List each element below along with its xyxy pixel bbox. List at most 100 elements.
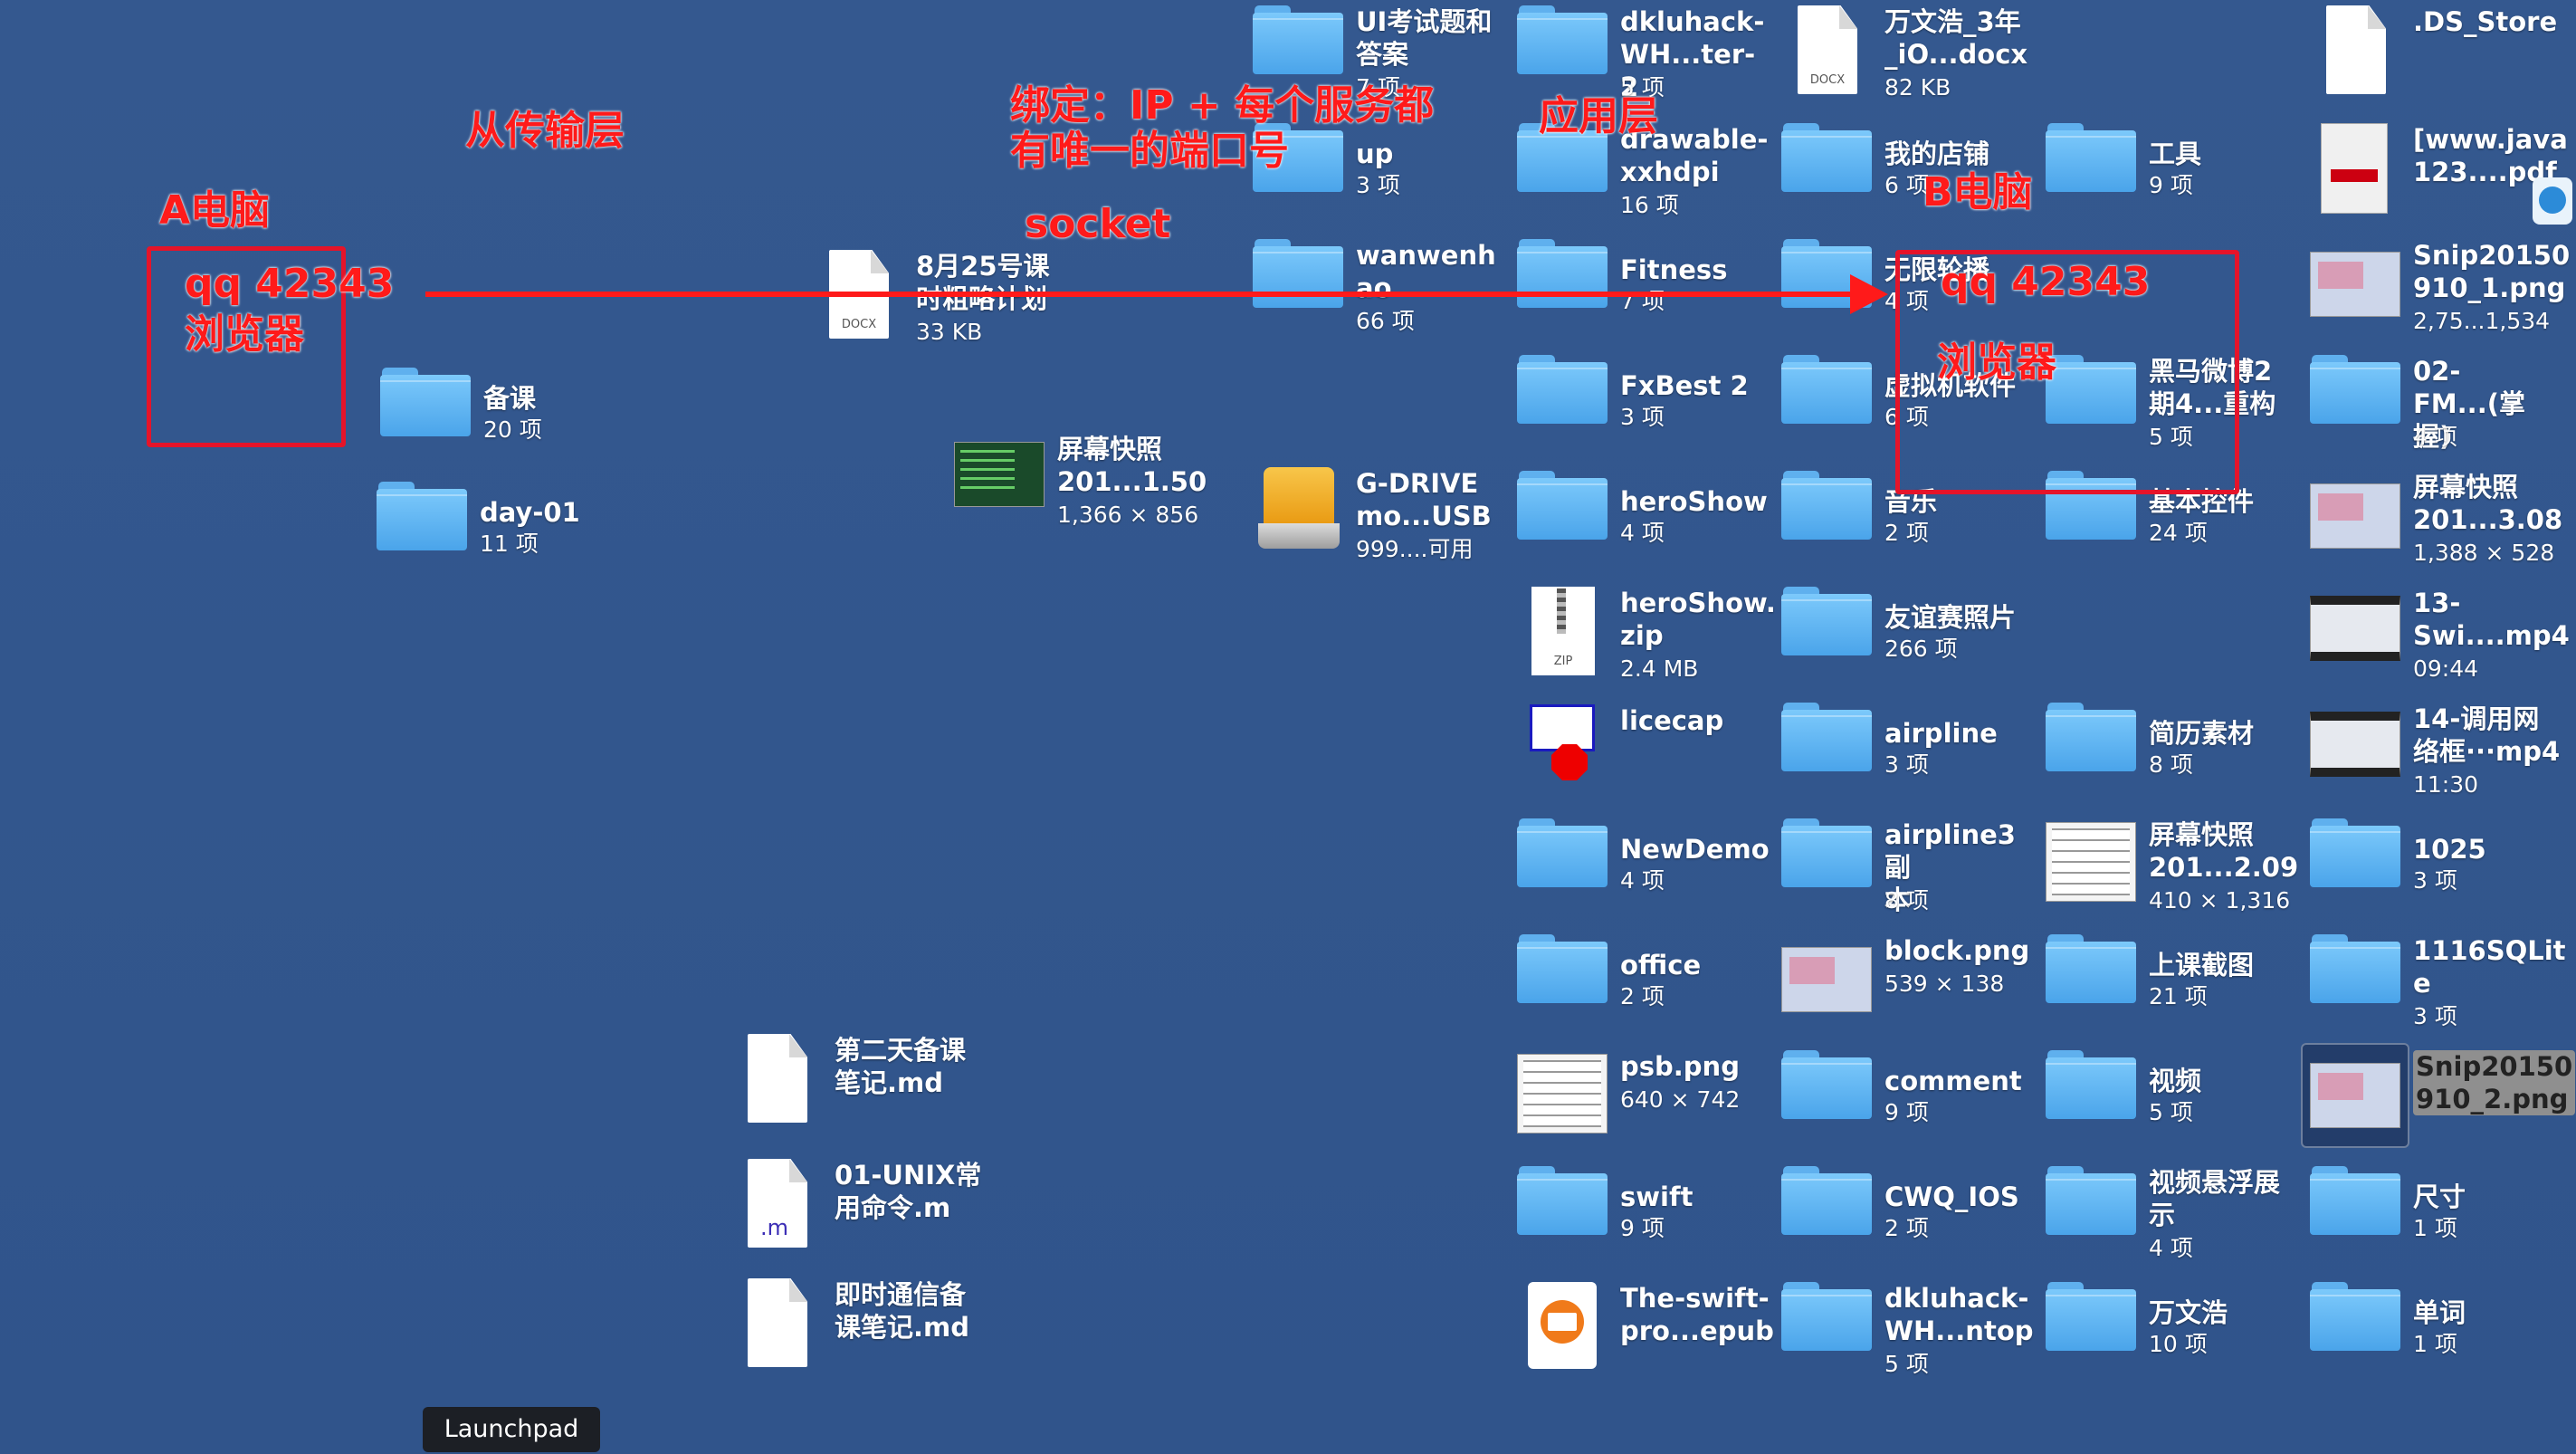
desktop-item-info: 9 项 [1884,1099,1929,1125]
desktop-item[interactable]: DOCX 万文浩_3年 _iO...docx 82 KB [1781,5,2035,114]
terminal-screenshot-icon [954,442,1045,507]
image-thumbnail-icon [1517,1054,1608,1134]
desktop-item-info: 5 项 [1884,1351,1929,1377]
desktop-item-name: .DS_Store [2413,6,2558,37]
desktop-item[interactable]: 单词 1 项 [2310,1282,2563,1391]
desktop-item-info: 539 × 138 [1884,971,2005,997]
screenshot-thumbnail-icon [1781,947,1872,1012]
desktop-item[interactable]: 14-调用网 络框···mp4 11:30 [2310,703,2563,811]
desktop-item[interactable]: G-DRIVE mo...USB 999....可用 [1253,467,1506,576]
desktop-item[interactable]: 尺寸 1 项 [2310,1166,2563,1275]
desktop-item[interactable]: 02- FM...(掌握) 4 项 [2310,355,2563,464]
desktop-item-name: NewDemo [1620,834,1770,865]
desktop-item-info: 10 项 [2149,1331,2208,1357]
desktop-item[interactable]: ZIP heroShow. zip 2.4 MB [1517,587,1776,695]
folder-icon [2046,1166,2136,1239]
desktop-item[interactable]: [www.java 123....pdf [2310,123,2568,232]
desktop-item-info: 9 项 [1620,1215,1665,1241]
teamviewer-icon[interactable] [2533,177,2572,225]
desktop-item[interactable]: heroShow 4 项 [1517,471,1770,579]
folder-icon [1781,818,1872,891]
folder-icon [1781,1282,1872,1354]
desktop-item[interactable]: 备课 20 项 [380,368,634,476]
launchpad-tooltip[interactable]: Launchpad [423,1407,600,1452]
desktop-item[interactable]: 工具 9 项 [2046,123,2299,232]
folder-icon [1517,471,1608,543]
desktop-item-info: 66 项 [1356,308,1415,334]
desktop-item[interactable]: 视频悬浮展 示 4 项 [2046,1166,2299,1275]
folder-icon [377,482,467,554]
desktop-item-info: 16 项 [1620,192,1679,218]
desktop-item-name: 万文浩_3年 _iO...docx [1884,6,2028,70]
desktop-item[interactable]: Snip20150 910_1.png 2,75...1,534 [2310,239,2570,348]
desktop-item[interactable]: DOCX 8月25号课 时粗略计划 33 KB [813,250,1066,359]
licecap-app-icon [1530,704,1597,786]
desktop-item[interactable]: licecap [1517,704,1770,813]
desktop-item[interactable]: 1116SQLit e 3 项 [2310,934,2566,1043]
folder-icon [1781,1050,1872,1123]
desktop-item-name: block.png [1884,935,2030,966]
desktop-item-name: 尺寸 [2413,1181,2466,1212]
desktop-item[interactable]: .m 01-UNIX常 用命令.m [731,1159,985,1267]
desktop-item[interactable]: 万文浩 10 项 [2046,1282,2299,1391]
desktop-item-name: UI考试题和 答案 [1356,6,1493,70]
document-icon [748,1034,807,1123]
folder-icon [2310,818,2400,891]
desktop-item-info: 1 项 [2413,1331,2457,1357]
image-thumbnail-icon [2046,822,2136,902]
desktop-item[interactable]: 友谊赛照片 266 项 [1781,587,2035,695]
desktop-item[interactable]: 即时通信备 课笔记.md [731,1278,985,1387]
desktop-item[interactable]: 第二天备课 笔记.md [731,1034,985,1143]
folder-icon [1781,1166,1872,1239]
m-file-icon: .m [748,1159,807,1248]
desktop-item[interactable]: office 2 项 [1517,934,1770,1043]
desktop-item-name: dkluhack- WH...ntop [1884,1283,2034,1346]
desktop-item[interactable]: The-swift- pro...epub [1517,1282,1774,1391]
annotation-computer-b: B电脑 [1922,169,2033,215]
desktop-item[interactable]: NewDemo 4 项 [1517,818,1770,927]
folder-icon [2310,355,2400,427]
desktop-item[interactable]: 屏幕快照 201...1.50 1,366 × 856 [954,433,1207,541]
desktop-item-name: 即时通信备 课笔记.md [835,1279,969,1343]
desktop-item-name: airpline [1884,718,1998,749]
desktop-item-name: 视频 [2149,1066,2202,1096]
desktop-item[interactable]: 上课截图 21 项 [2046,934,2299,1043]
desktop-item[interactable]: day-01 11 项 [377,482,630,590]
annotation-a-box-text: qq 42343 浏览器 [185,261,395,358]
desktop-item[interactable]: FxBest 2 3 项 [1517,355,1770,464]
desktop-item[interactable]: 1025 3 项 [2310,818,2563,927]
desktop-item[interactable]: 屏幕快照 201...2.09 410 × 1,316 [2046,818,2299,927]
desktop-item[interactable]: 13- Swi....mp4 09:44 [2310,587,2570,695]
folder-icon [1517,818,1608,891]
desktop-item-info: 4 项 [2149,1235,2193,1261]
desktop-item-name: G-DRIVE mo...USB [1356,468,1492,531]
desktop-item-name: 单词 [2413,1297,2466,1328]
desktop-item[interactable]: psb.png 640 × 742 [1517,1050,1770,1159]
desktop-item[interactable]: airpline3副 本8 项 [1781,818,2035,927]
desktop-item[interactable]: .DS_Store [2310,5,2563,114]
desktop-item[interactable]: Snip20150 910_2.png [2301,1043,2576,1159]
desktop-item-info: 3 项 [2413,867,2457,894]
annotation-computer-a: A电脑 [159,187,271,234]
teamviewer-icon-circle [2539,187,2566,214]
desktop-item[interactable]: swift 9 项 [1517,1166,1770,1275]
desktop-item[interactable]: block.png 539 × 138 [1781,934,2035,1043]
desktop-item-info: 11 项 [480,531,539,557]
desktop-item[interactable]: 视频 5 项 [2046,1050,2299,1159]
connection-arrow-line [425,292,1856,297]
folder-icon [1517,1166,1608,1239]
desktop-item[interactable]: dkluhack- WH...ntop 5 项 [1781,1282,2035,1391]
folder-icon [2046,703,2136,775]
desktop-item[interactable]: comment 9 项 [1781,1050,2035,1159]
desktop-item-name: psb.png [1620,1051,1740,1082]
desktop-item-name: 13- Swi....mp4 [2413,588,2570,651]
desktop-item-info: 33 KB [916,319,983,345]
desktop-item-info: 4 项 [1620,867,1665,894]
desktop-item[interactable]: CWQ_IOS 2 项 [1781,1166,2035,1275]
desktop-item[interactable]: airpline 3 项 [1781,703,2035,811]
desktop-item[interactable]: 简历素材 8 项 [2046,703,2299,811]
folder-icon [1781,123,1872,196]
desktop-item-name: 屏幕快照 201...2.09 [2149,819,2299,883]
annotation-b-box-qq: qq 42343 [1941,259,2151,305]
desktop-item[interactable]: 屏幕快照 201...3.08 1,388 × 528 [2310,471,2563,579]
